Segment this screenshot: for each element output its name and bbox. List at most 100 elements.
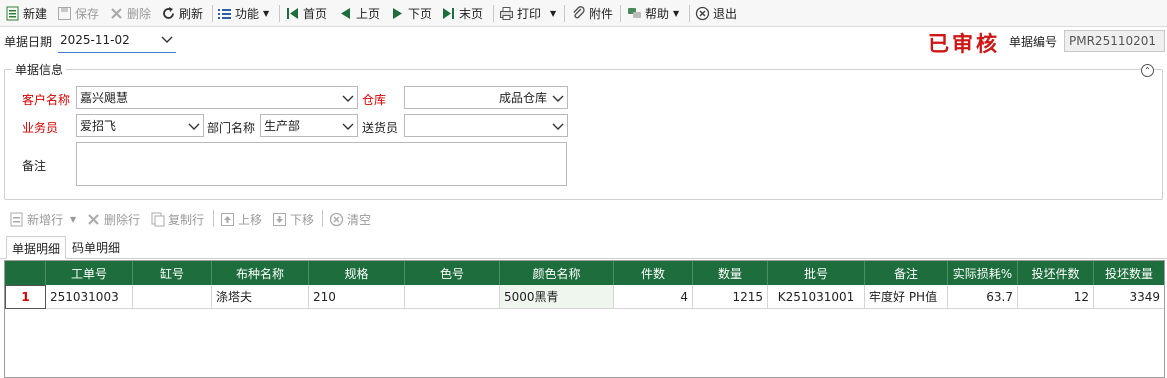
delete-label: 删除 bbox=[127, 7, 152, 21]
cell-fabric[interactable]: 涤塔夫 bbox=[212, 285, 309, 309]
first-page-button[interactable]: 首页 bbox=[285, 3, 327, 24]
col-header-colorname[interactable]: 颜色名称 bbox=[500, 261, 614, 285]
new-button[interactable]: 新建 bbox=[5, 3, 47, 24]
attachment-label: 附件 bbox=[589, 7, 614, 21]
refresh-button[interactable]: 刷新 bbox=[161, 3, 203, 24]
chevron-down-icon[interactable] bbox=[187, 119, 201, 136]
prev-page-icon bbox=[338, 6, 353, 21]
first-page-icon bbox=[285, 6, 300, 21]
copy-row-label: 复制行 bbox=[168, 213, 205, 227]
cell-pieces[interactable]: 4 bbox=[614, 285, 693, 309]
main-toolbar: 新建 保存 删除 刷新 功能 ▼ 首页 上页 下页 末页 打印 ▼ 附件 帮助 … bbox=[0, 0, 1167, 27]
table-row[interactable]: 1 251031003 涤塔夫 210 5000黑青 4 1215 K25103… bbox=[5, 285, 1164, 309]
print-button[interactable]: 打印 ▼ bbox=[499, 3, 556, 24]
toolbar-divider bbox=[564, 5, 565, 22]
chevron-down-icon[interactable] bbox=[551, 91, 565, 108]
col-header-feed-qty[interactable]: 投坯数量 bbox=[1094, 261, 1164, 285]
customer-label: 客户名称 bbox=[22, 93, 71, 107]
customer-value: 嘉兴飓慧 bbox=[80, 91, 129, 105]
remark-label: 备注 bbox=[22, 159, 47, 173]
col-header-qty[interactable]: 数量 bbox=[693, 261, 768, 285]
printer-icon bbox=[499, 6, 514, 21]
chevron-down-icon[interactable] bbox=[341, 91, 355, 108]
clear-label: 清空 bbox=[347, 213, 372, 227]
delete-button[interactable]: 删除 bbox=[109, 3, 151, 24]
first-page-label: 首页 bbox=[303, 7, 328, 21]
list-icon bbox=[217, 6, 232, 21]
toolbar-divider bbox=[620, 5, 621, 22]
attachment-button[interactable]: 附件 bbox=[571, 3, 613, 24]
last-page-button[interactable]: 末页 bbox=[441, 3, 483, 24]
copy-icon bbox=[150, 212, 165, 227]
save-button[interactable]: 保存 bbox=[57, 3, 99, 24]
col-header-feed-pieces[interactable]: 投坯件数 bbox=[1018, 261, 1094, 285]
prev-page-button[interactable]: 上页 bbox=[338, 3, 380, 24]
add-row-icon bbox=[9, 212, 24, 227]
cell-qty[interactable]: 1215 bbox=[693, 285, 768, 309]
print-label: 打印 bbox=[517, 7, 542, 21]
toolbar-divider bbox=[212, 5, 213, 22]
grid-header: 工单号 缸号 布种名称 规格 色号 颜色名称 件数 数量 批号 备注 实际损耗%… bbox=[5, 261, 1164, 285]
tab-detail[interactable]: 单据明细 bbox=[6, 236, 67, 259]
collapse-icon[interactable]: ⌃ bbox=[1141, 64, 1154, 77]
arrow-up-icon bbox=[220, 212, 235, 227]
dropdown-caret-icon: ▼ bbox=[673, 9, 680, 18]
clear-button[interactable]: 清空 bbox=[329, 209, 371, 230]
cell-workorder[interactable]: 251031003 bbox=[46, 285, 133, 309]
copy-row-button[interactable]: 复制行 bbox=[150, 209, 204, 230]
help-button[interactable]: 帮助 ▼ bbox=[627, 3, 679, 24]
move-down-button[interactable]: 下移 bbox=[272, 209, 314, 230]
cell-remark[interactable]: 牢度好 PH值 bbox=[865, 285, 948, 309]
remark-textarea[interactable] bbox=[76, 142, 567, 186]
salesman-label: 业务员 bbox=[22, 121, 59, 135]
col-header-vat[interactable]: 缸号 bbox=[133, 261, 212, 285]
help-chat-icon bbox=[627, 6, 642, 21]
move-up-button[interactable]: 上移 bbox=[220, 209, 262, 230]
exit-icon bbox=[695, 6, 710, 21]
cell-vat[interactable] bbox=[133, 285, 212, 309]
cell-loss[interactable]: 63.7 bbox=[948, 285, 1018, 309]
cell-colorname[interactable]: 5000黑青 bbox=[500, 285, 614, 309]
delete-row-button[interactable]: 删除行 bbox=[86, 209, 140, 230]
function-label: 功能 bbox=[235, 7, 260, 21]
col-header-loss[interactable]: 实际损耗% bbox=[948, 261, 1018, 285]
group-title: 单据信息 bbox=[12, 61, 67, 78]
warehouse-label: 仓库 bbox=[362, 93, 387, 107]
col-header-colorno[interactable]: 色号 bbox=[405, 261, 500, 285]
cell-feed-qty[interactable]: 3349 bbox=[1094, 285, 1164, 309]
dept-value: 生产部 bbox=[264, 119, 301, 133]
prev-page-label: 上页 bbox=[356, 7, 381, 21]
toolbar-divider bbox=[493, 5, 494, 22]
col-header-workorder[interactable]: 工单号 bbox=[46, 261, 133, 285]
col-header-fabric[interactable]: 布种名称 bbox=[212, 261, 309, 285]
warehouse-select[interactable]: 成品仓库 bbox=[404, 86, 568, 109]
customer-select[interactable]: 嘉兴飓慧 bbox=[76, 86, 358, 109]
delete-x-icon bbox=[86, 212, 101, 227]
cell-spec[interactable]: 210 bbox=[309, 285, 405, 309]
save-label: 保存 bbox=[75, 7, 100, 21]
col-header-batch[interactable]: 批号 bbox=[768, 261, 865, 285]
next-page-button[interactable]: 下页 bbox=[390, 3, 432, 24]
date-picker[interactable]: 2025-11-02 bbox=[58, 28, 176, 53]
cell-colorno[interactable] bbox=[405, 285, 500, 309]
cell-batch[interactable]: K251031001 bbox=[768, 285, 865, 309]
col-header-pieces[interactable]: 件数 bbox=[614, 261, 693, 285]
chevron-down-icon[interactable] bbox=[341, 119, 355, 136]
docno-field[interactable]: PMR25110201 bbox=[1064, 30, 1165, 52]
salesman-select[interactable]: 爱招飞 bbox=[76, 114, 204, 137]
col-header-spec[interactable]: 规格 bbox=[309, 261, 405, 285]
add-row-button[interactable]: 新增行 ▼ bbox=[9, 209, 76, 230]
date-label: 单据日期 bbox=[4, 35, 53, 49]
col-header-remark[interactable]: 备注 bbox=[865, 261, 948, 285]
dropdown-caret-icon: ▼ bbox=[70, 215, 77, 224]
refresh-label: 刷新 bbox=[179, 7, 204, 21]
cell-feed-pieces[interactable]: 12 bbox=[1018, 285, 1094, 309]
docno-label: 单据编号 bbox=[1009, 35, 1058, 49]
deliverer-select[interactable] bbox=[404, 114, 568, 137]
dept-select[interactable]: 生产部 bbox=[260, 114, 358, 137]
function-menu-button[interactable]: 功能 ▼ bbox=[217, 3, 269, 24]
exit-button[interactable]: 退出 bbox=[695, 3, 737, 24]
chevron-down-icon[interactable] bbox=[160, 32, 174, 49]
chevron-down-icon[interactable] bbox=[551, 119, 565, 136]
tab-code-detail[interactable]: 码单明细 bbox=[67, 236, 125, 259]
